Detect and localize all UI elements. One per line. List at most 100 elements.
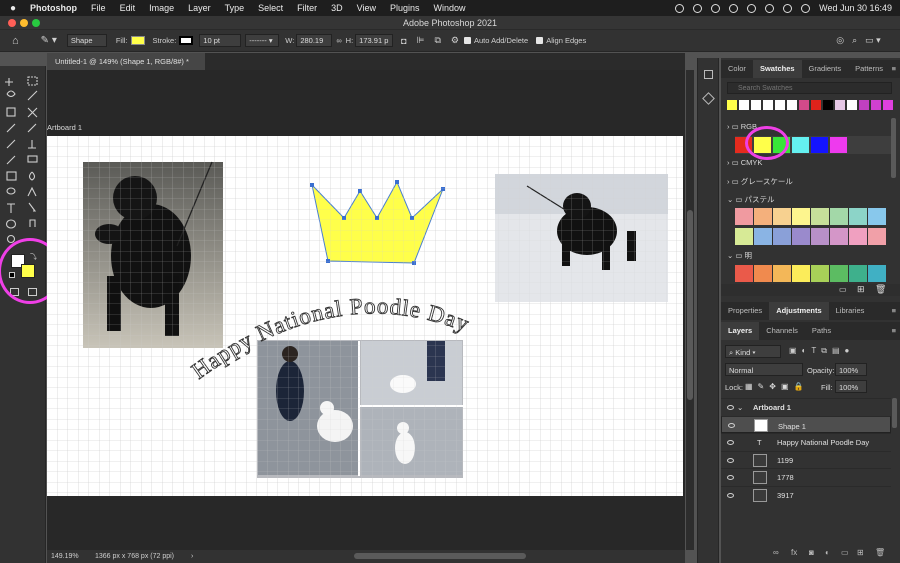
poodle-photo-3917[interactable] <box>257 340 463 478</box>
pastel-swatch[interactable] <box>811 228 829 245</box>
pastel-swatch[interactable] <box>792 208 810 225</box>
stroke-type-select[interactable]: ------- ▾ <box>245 34 280 47</box>
recent-swatch[interactable] <box>751 100 761 110</box>
tab-color[interactable]: Color <box>721 60 753 78</box>
apple-icon[interactable]: ● <box>0 3 23 14</box>
pastel-swatch[interactable] <box>735 228 753 245</box>
pastel-swatch[interactable] <box>773 208 791 225</box>
pen-tool-icon[interactable] <box>27 186 37 197</box>
moon-icon[interactable] <box>711 3 721 13</box>
align-edges-checkbox[interactable]: Align Edges <box>536 36 586 45</box>
gear-icon[interactable]: ⚙ <box>451 35 459 46</box>
expand-chevron-icon[interactable]: ⌄ <box>737 399 743 416</box>
visibility-eye-icon[interactable] <box>727 475 734 480</box>
pastel-swatch[interactable] <box>735 208 753 225</box>
bright-swatch[interactable] <box>868 265 886 282</box>
delete-swatch-icon[interactable]: 🗑 <box>875 284 886 295</box>
swatch-group-pastel[interactable]: ⌄ ▭ パステル <box>727 194 775 205</box>
rgb-swatch[interactable] <box>792 137 809 153</box>
layer-row[interactable]: 1199 <box>721 450 891 468</box>
height-input[interactable]: 173.91 p <box>355 34 394 47</box>
link-layers-icon[interactable]: ∞ <box>773 548 779 557</box>
stamp-tool-icon[interactable] <box>28 140 36 149</box>
menu-plugins[interactable]: Plugins <box>383 3 427 13</box>
tab-paths[interactable]: Paths <box>805 322 838 340</box>
menu-image[interactable]: Image <box>142 3 181 13</box>
bright-swatch[interactable] <box>735 265 753 282</box>
new-layer-icon[interactable]: ⊞ <box>857 548 864 557</box>
tab-properties[interactable]: Properties <box>721 302 769 320</box>
bright-swatch[interactable] <box>811 265 829 282</box>
new-group-icon[interactable]: ▭ <box>841 548 849 557</box>
recent-swatch[interactable] <box>823 100 833 110</box>
home-icon[interactable]: ⌂ <box>12 35 19 47</box>
path-select-tool-icon[interactable] <box>28 202 37 212</box>
rgb-swatch[interactable] <box>811 137 828 153</box>
pastel-swatch[interactable] <box>754 228 772 245</box>
pastel-swatch[interactable] <box>811 208 829 225</box>
menu-select[interactable]: Select <box>251 3 290 13</box>
visibility-eye-icon[interactable] <box>727 440 734 445</box>
user-icon[interactable] <box>729 3 739 13</box>
horizontal-scroll-thumb[interactable] <box>354 553 526 559</box>
width-input[interactable]: 280.19 <box>296 34 333 47</box>
poodle-photo-1778[interactable] <box>495 174 668 302</box>
cloud-icon[interactable] <box>675 3 685 13</box>
creative-cloud-icon[interactable] <box>693 3 703 13</box>
layer-row[interactable]: Shape 1 <box>721 415 891 433</box>
minimize-window-icon[interactable] <box>20 19 28 27</box>
vertical-scrollbar[interactable] <box>686 70 694 550</box>
bright-swatch[interactable] <box>830 265 848 282</box>
pen-tool-preset-icon[interactable]: ✎ ▾ <box>41 35 57 46</box>
layer-filter-select[interactable]: ⌕ Kind ▾ <box>725 345 781 358</box>
panel-menu-icon[interactable]: ≡ <box>892 322 896 340</box>
stroke-swatch[interactable] <box>179 36 194 45</box>
fill-input[interactable]: 100% <box>835 380 867 393</box>
swatches-scrollbar[interactable] <box>891 118 896 178</box>
menu-photoshop[interactable]: Photoshop <box>23 3 84 13</box>
eraser-tool-icon[interactable] <box>27 155 38 163</box>
bright-swatch[interactable] <box>792 265 810 282</box>
tab-gradients[interactable]: Gradients <box>802 60 849 78</box>
layer-row[interactable]: ⌄ Artboard 1 <box>721 398 891 415</box>
tab-channels[interactable]: Channels <box>759 322 805 340</box>
shape-tool-icon[interactable] <box>5 219 17 229</box>
pastel-swatch[interactable] <box>830 208 848 225</box>
tab-swatches[interactable]: Swatches <box>752 60 802 78</box>
pastel-swatch[interactable] <box>849 208 867 225</box>
gradient-tool-icon[interactable] <box>6 171 17 181</box>
menu-file[interactable]: File <box>84 3 113 13</box>
pastel-swatch[interactable] <box>849 228 867 245</box>
recent-swatch[interactable] <box>739 100 749 110</box>
visibility-eye-icon[interactable] <box>727 457 734 463</box>
crop-tool-icon[interactable] <box>6 107 16 117</box>
type-tool-icon[interactable] <box>7 203 15 213</box>
layer-style-icon[interactable]: fx <box>791 548 797 557</box>
stroke-size-input[interactable]: 10 pt <box>199 34 242 47</box>
tab-layers[interactable]: Layers <box>721 322 760 340</box>
document-tab[interactable]: Untitled-1 @ 149% (Shape 1, RGB/8#) * <box>47 53 205 70</box>
link-icon[interactable]: ∞ <box>336 36 341 45</box>
layers-scrollbar[interactable] <box>892 398 897 428</box>
new-swatch-icon[interactable]: ⊞ <box>857 284 865 295</box>
layer-row[interactable]: T Happy National Poodle Day <box>721 433 891 450</box>
recent-swatch[interactable] <box>763 100 773 110</box>
panel-menu-icon[interactable]: ≡ <box>892 302 896 320</box>
tab-patterns[interactable]: Patterns <box>848 60 890 78</box>
zoom-level[interactable]: 149.19% <box>51 550 79 563</box>
search-icon[interactable]: ⌕ <box>852 35 857 46</box>
brush-tool-icon[interactable] <box>6 139 16 149</box>
dodge-tool-icon[interactable] <box>6 187 16 195</box>
auto-add-delete-checkbox[interactable]: Auto Add/Delete <box>463 36 528 45</box>
recent-swatch[interactable] <box>799 100 809 110</box>
adjustment-layer-icon[interactable]: ◐ <box>825 548 830 557</box>
lasso-tool-icon[interactable] <box>6 90 16 98</box>
panel-menu-icon[interactable]: ≡ <box>892 60 896 78</box>
history-panel-icon[interactable] <box>704 70 713 79</box>
swatch-group-cmyk[interactable]: › ▭ CMYK <box>727 158 762 167</box>
menu-3d[interactable]: 3D <box>324 3 350 13</box>
bright-swatch[interactable] <box>773 265 791 282</box>
menu-type[interactable]: Type <box>218 3 252 13</box>
layer-row[interactable]: 3917 <box>721 485 891 503</box>
poodle-photo-1199[interactable] <box>83 161 223 348</box>
